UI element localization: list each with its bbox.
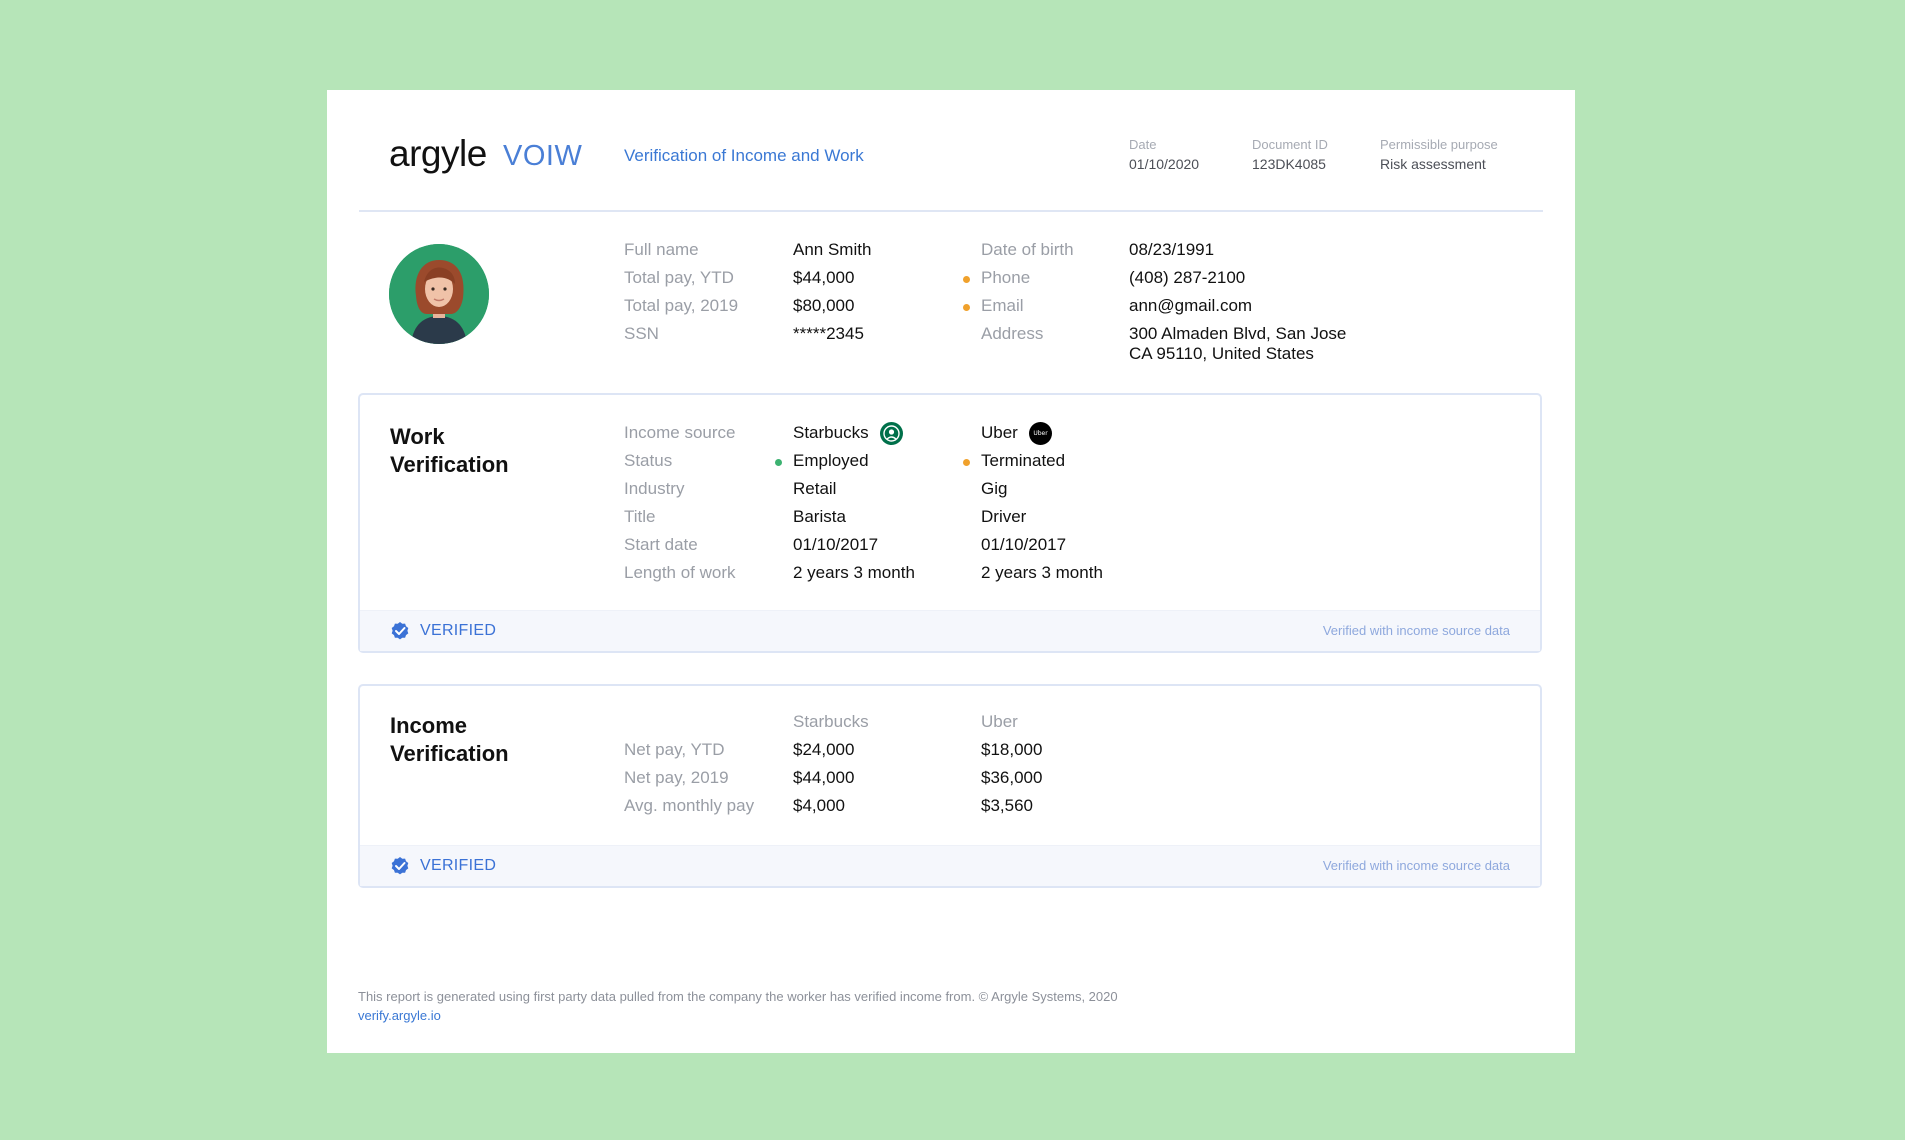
date-label: Date: [1129, 137, 1157, 152]
net-pay-2019-label: Net pay, 2019: [624, 768, 729, 787]
date-of-birth-value: 08/23/1991: [1129, 240, 1215, 259]
income-verified-label: VERIFIED: [420, 857, 497, 874]
avg-monthly-pay-label: Avg. monthly pay: [624, 796, 755, 815]
uber-status: Terminated: [981, 451, 1066, 470]
net-pay-ytd-label: Net pay, YTD: [624, 740, 725, 759]
income-verification-footer: VERIFIED Verified with income source dat…: [360, 845, 1540, 886]
document-id-value: 123DK4085: [1252, 156, 1326, 172]
work-verification-title: Work Verification: [390, 423, 540, 479]
permissible-purpose-label: Permissible purpose: [1380, 137, 1498, 152]
title-label: Title: [624, 507, 656, 526]
starbucks-source-name: Starbucks: [793, 423, 869, 442]
email-value: ann@gmail.com: [1129, 296, 1253, 315]
ssn-value: *****2345: [793, 324, 864, 343]
email-label: Email: [981, 296, 1024, 315]
work-verified-label: VERIFIED: [420, 622, 497, 639]
starbucks-avg-monthly-pay: $4,000: [793, 796, 845, 815]
work-verified-note: Verified with income source data: [1322, 623, 1510, 638]
voiw-product-name: VOIW: [503, 140, 583, 172]
starbucks-status: Employed: [793, 451, 869, 470]
argyle-logo: argyle: [389, 133, 487, 174]
date-value: 01/10/2020: [1129, 156, 1200, 172]
uber-avg-monthly-pay: $3,560: [981, 796, 1033, 815]
phone-value: (408) 287-2100: [1129, 268, 1246, 287]
income-verified-note: Verified with income source data: [1322, 858, 1510, 873]
income-column-starbucks: Starbucks: [793, 712, 869, 731]
uber-title: Driver: [981, 507, 1027, 526]
terminated-status-dot: [963, 459, 970, 466]
uber-net-pay-ytd: $18,000: [981, 740, 1043, 759]
ssn-label: SSN: [624, 324, 659, 343]
employed-status-dot: [775, 459, 782, 466]
permissible-purpose-value: Risk assessment: [1380, 156, 1486, 172]
industry-label: Industry: [624, 479, 685, 498]
income-title-line2: Verification: [390, 741, 509, 766]
date-of-birth-label: Date of birth: [981, 240, 1074, 259]
uber-logo-text: Uber: [1033, 430, 1048, 437]
person-portrait-icon: [389, 244, 489, 344]
starbucks-start-date: 01/10/2017: [793, 535, 879, 554]
uber-length-of-work: 2 years 3 month: [981, 563, 1103, 582]
address-label: Address: [981, 324, 1044, 343]
uber-industry: Gig: [981, 479, 1008, 498]
starbucks-length-of-work: 2 years 3 month: [793, 563, 915, 582]
income-column-uber: Uber: [981, 712, 1018, 731]
uber-net-pay-2019: $36,000: [981, 768, 1043, 787]
phone-attention-dot: [963, 276, 970, 283]
voiw-report: argyle VOIW Verification of Income and W…: [327, 90, 1575, 1053]
starbucks-logo-icon: [880, 422, 903, 445]
avatar: [389, 244, 489, 344]
total-pay-2019-value: $80,000: [793, 296, 855, 315]
document-id-label: Document ID: [1252, 137, 1328, 152]
verified-badge-icon: [391, 622, 409, 640]
document-title: Verification of Income and Work: [624, 146, 864, 165]
income-title-line1: Income: [390, 713, 468, 738]
work-verification-footer: VERIFIED Verified with income source dat…: [360, 610, 1540, 651]
starbucks-net-pay-ytd: $24,000: [793, 740, 855, 759]
total-pay-ytd-label: Total pay, YTD: [624, 268, 734, 287]
work-title-line2: Verification: [390, 452, 509, 477]
address-line2: CA 95110, United States: [1129, 344, 1314, 363]
verify-argyle-link[interactable]: verify.argyle.io: [358, 1007, 441, 1025]
work-title-line1: Work: [390, 424, 445, 449]
starbucks-net-pay-2019: $44,000: [793, 768, 855, 787]
report-disclaimer: This report is generated using first par…: [358, 989, 1118, 1004]
total-pay-2019-label: Total pay, 2019: [624, 296, 739, 315]
uber-logo-icon: Uber: [1029, 422, 1052, 445]
work-verification-card: Work Verification Income source Status I…: [358, 393, 1542, 653]
status-label: Status: [624, 451, 673, 470]
phone-label: Phone: [981, 268, 1031, 287]
starbucks-title: Barista: [793, 507, 846, 526]
full-name-label: Full name: [624, 240, 699, 259]
uber-source-name: Uber: [981, 423, 1018, 442]
email-attention-dot: [963, 304, 970, 311]
uber-start-date: 01/10/2017: [981, 535, 1067, 554]
income-source-label: Income source: [624, 423, 736, 442]
verified-badge-icon: [391, 857, 409, 875]
length-of-work-label: Length of work: [624, 563, 736, 582]
income-verification-card: Income Verification Starbucks Uber Net p…: [358, 684, 1542, 888]
total-pay-ytd-value: $44,000: [793, 268, 855, 287]
start-date-label: Start date: [624, 535, 698, 554]
header-divider: [359, 210, 1543, 212]
starbucks-industry: Retail: [793, 479, 837, 498]
income-verification-title: Income Verification: [390, 712, 540, 768]
full-name-value: Ann Smith: [793, 240, 872, 259]
